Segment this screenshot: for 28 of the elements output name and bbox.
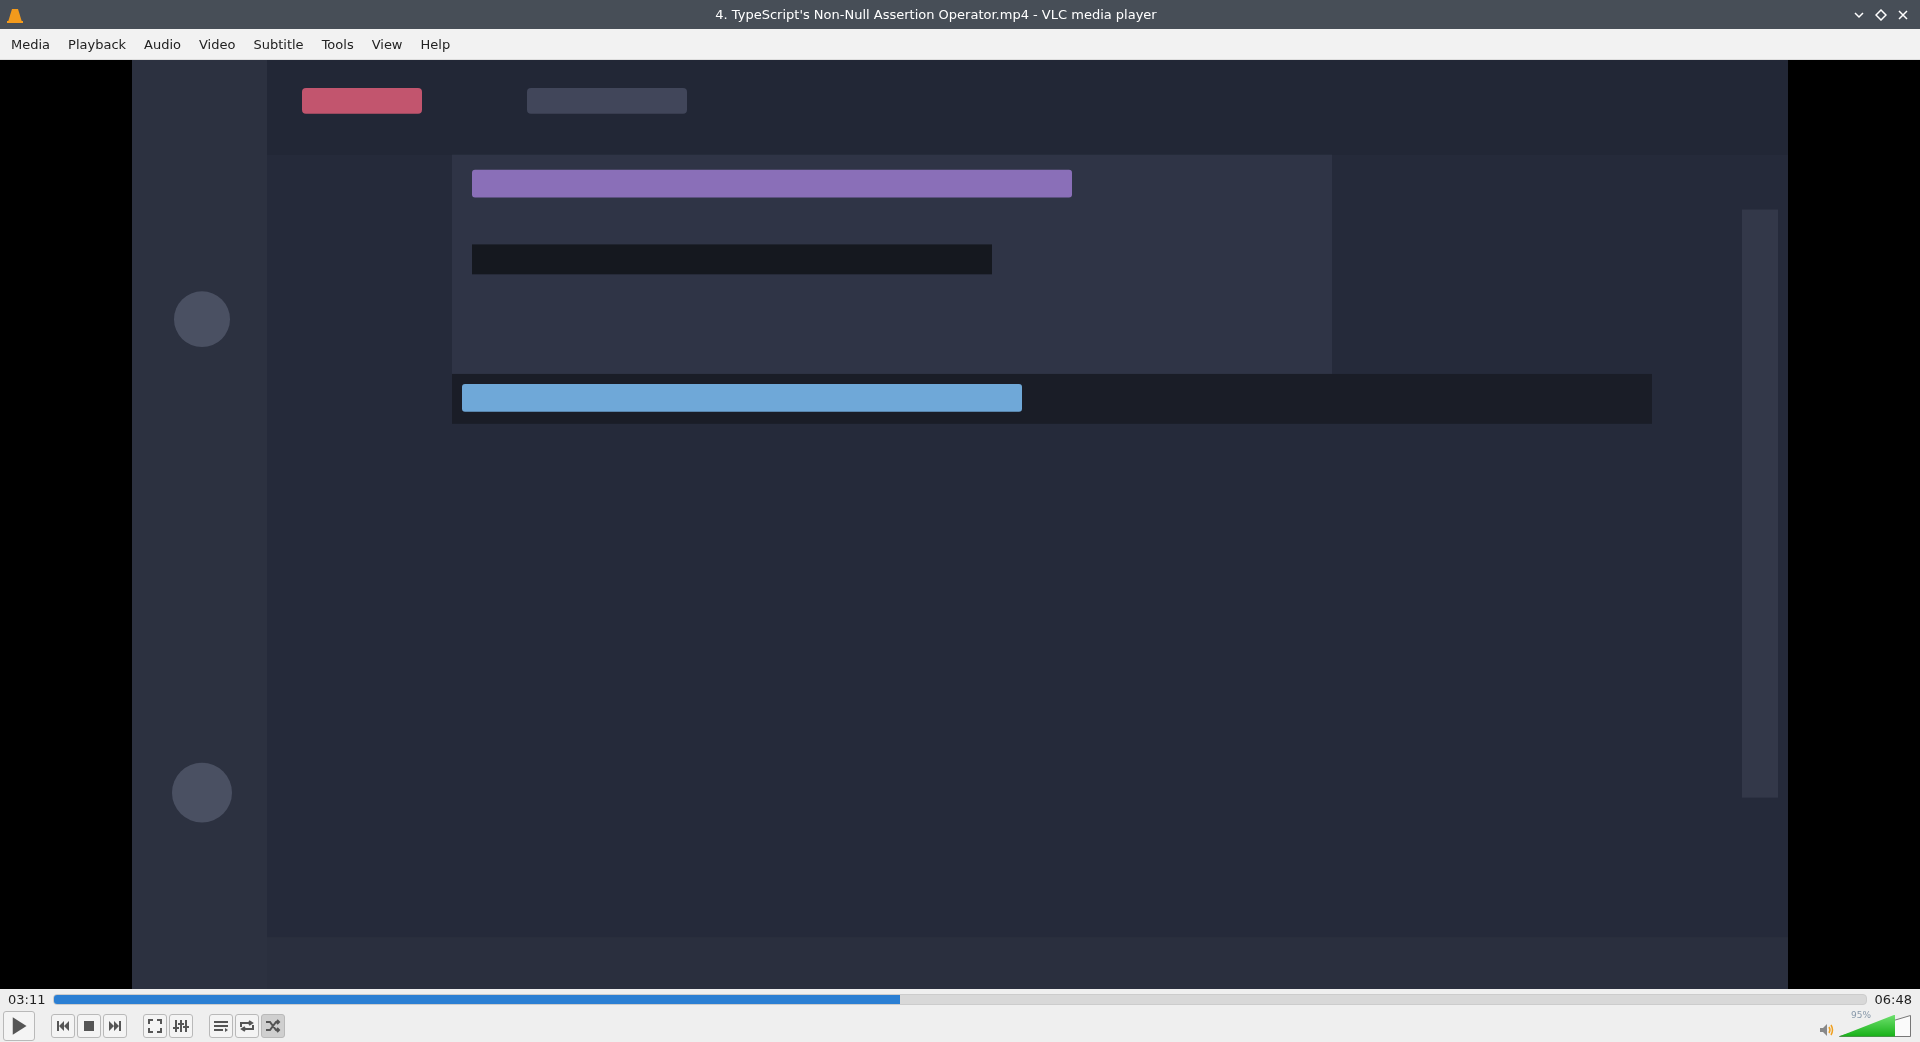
shuffle-icon — [265, 1017, 281, 1034]
elapsed-time: 03:11 — [8, 991, 46, 1007]
menu-item[interactable]: View — [362, 36, 412, 52]
menu-item[interactable]: Video — [190, 36, 245, 52]
fullscreen-button[interactable] — [143, 1013, 167, 1038]
shuffle-button[interactable] — [261, 1013, 285, 1038]
next-button[interactable] — [103, 1013, 127, 1038]
equalizer-icon — [173, 1017, 189, 1034]
menu-item[interactable]: Media — [2, 36, 60, 52]
close-icon — [1897, 8, 1909, 21]
total-time: 06:48 — [1874, 991, 1912, 1007]
seek-bar[interactable] — [53, 993, 1867, 1005]
window-title: 4. TypeScript's Non-Null Assertion Operator.mp4 - VLC media player — [714, 7, 1158, 22]
loop-icon — [239, 1017, 255, 1034]
menu-item[interactable]: Playback — [59, 36, 136, 52]
menu-item[interactable]: Audio — [135, 36, 190, 52]
diamond-icon — [1875, 8, 1887, 21]
loop-button[interactable] — [235, 1013, 259, 1038]
fullscreen-icon — [147, 1017, 163, 1034]
extended-settings-button[interactable] — [169, 1013, 193, 1038]
menu-item[interactable]: Help — [411, 36, 460, 52]
previous-button[interactable] — [51, 1013, 75, 1038]
speaker-icon — [1819, 1022, 1835, 1037]
menu-item[interactable]: Subtitle — [244, 36, 313, 52]
menu-item[interactable]: Tools — [312, 36, 363, 52]
play-button[interactable] — [3, 1010, 35, 1041]
stop-button[interactable] — [77, 1013, 101, 1038]
playlist-button[interactable] — [209, 1013, 233, 1038]
